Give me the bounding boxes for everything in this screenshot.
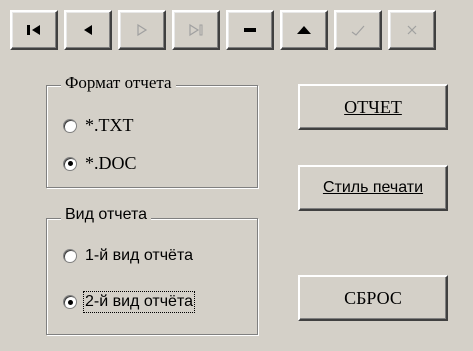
- print-style-button[interactable]: Стиль печати: [298, 165, 448, 211]
- cancel-edit-button[interactable]: [388, 10, 436, 50]
- report-button-label: ОТЧЕТ: [344, 96, 402, 117]
- reset-button[interactable]: СБРОС: [298, 275, 448, 321]
- first-record-icon: [24, 23, 44, 37]
- next-record-button[interactable]: [118, 10, 166, 50]
- type-2-label: 2-й вид отчёта: [83, 291, 195, 313]
- previous-record-button[interactable]: [64, 10, 112, 50]
- first-record-button[interactable]: [10, 10, 58, 50]
- report-type-group: Вид отчета 1-й вид отчёта 2-й вид отчёта: [46, 206, 258, 335]
- delete-record-icon: [240, 23, 260, 37]
- format-txt-option[interactable]: *.TXT: [63, 115, 134, 136]
- report-button[interactable]: ОТЧЕТ: [298, 84, 448, 130]
- post-edit-icon: [348, 23, 368, 37]
- format-doc-radio[interactable]: [63, 156, 77, 171]
- last-record-icon: [186, 23, 206, 37]
- insert-record-icon: [294, 23, 314, 37]
- next-record-icon: [132, 23, 152, 37]
- report-type-title: Вид отчета: [61, 206, 152, 224]
- previous-record-icon: [78, 23, 98, 37]
- cancel-edit-icon: [402, 23, 422, 37]
- format-txt-label: *.TXT: [85, 115, 134, 135]
- insert-record-button[interactable]: [280, 10, 328, 50]
- report-format-title: Формат отчета: [61, 73, 176, 93]
- type-1-option[interactable]: 1-й вид отчёта: [63, 247, 193, 265]
- reset-button-label: СБРОС: [344, 287, 402, 308]
- format-txt-radio[interactable]: [63, 118, 77, 133]
- navigator-toolbar: [10, 10, 466, 56]
- type-1-label: 1-й вид отчёта: [85, 247, 193, 264]
- post-edit-button[interactable]: [334, 10, 382, 50]
- report-format-group: Формат отчета *.TXT *.DOC: [46, 73, 258, 188]
- type-1-radio[interactable]: [63, 249, 77, 263]
- last-record-button[interactable]: [172, 10, 220, 50]
- delete-record-button[interactable]: [226, 10, 274, 50]
- format-doc-label: *.DOC: [85, 153, 137, 173]
- type-2-option[interactable]: 2-й вид отчёта: [63, 291, 195, 313]
- type-2-radio[interactable]: [63, 295, 77, 309]
- report-dialog: Формат отчета *.TXT *.DOC Вид отчета 1-й…: [0, 0, 473, 351]
- print-style-button-label: Стиль печати: [322, 179, 424, 196]
- format-doc-option[interactable]: *.DOC: [63, 153, 137, 174]
